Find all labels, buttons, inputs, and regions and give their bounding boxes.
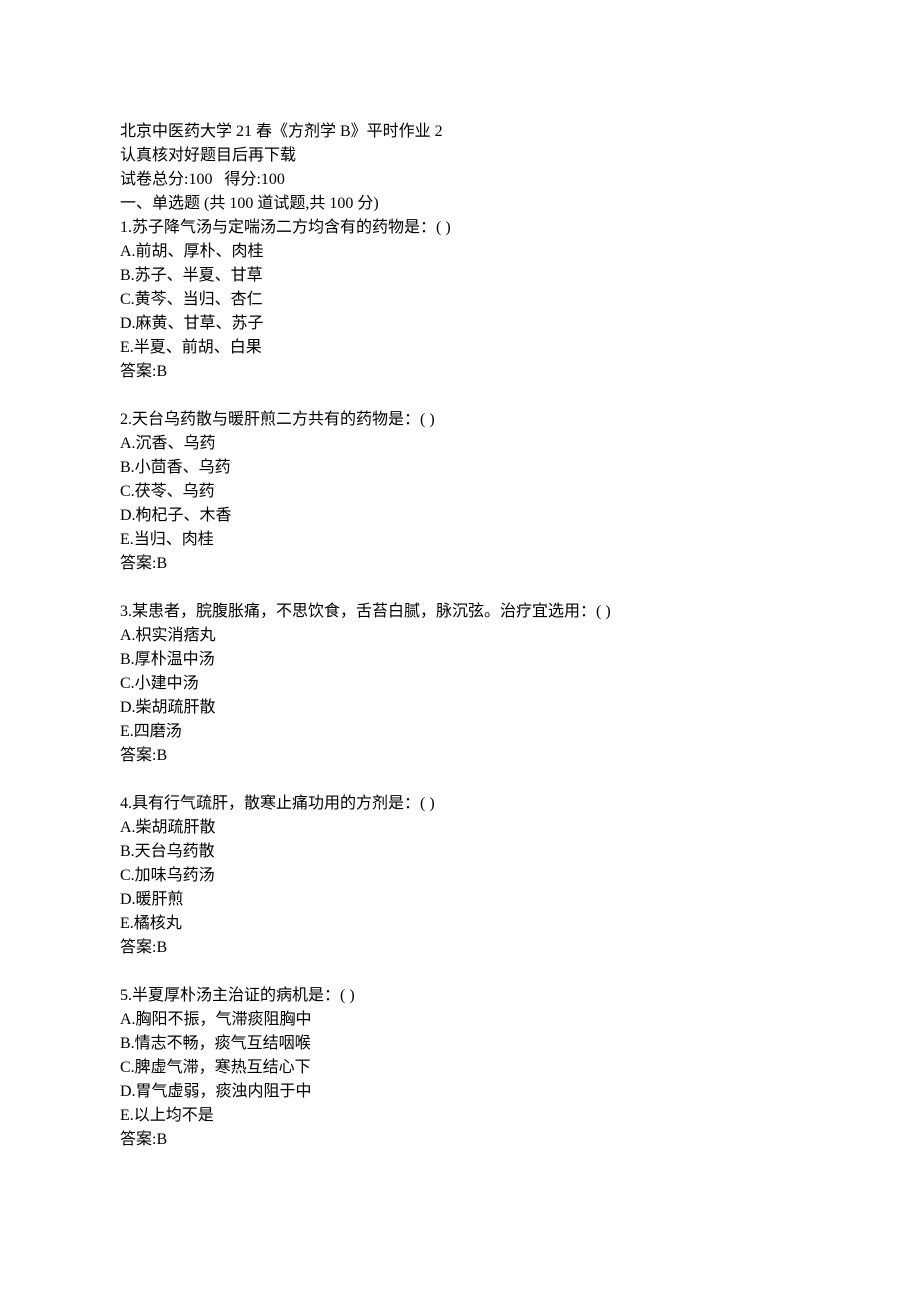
spacer [120, 576, 800, 600]
question-answer: 答案:B [120, 744, 800, 768]
question-option: E.以上均不是 [120, 1104, 800, 1128]
question-option: E.半夏、前胡、白果 [120, 336, 800, 360]
question-option: C.茯苓、乌药 [120, 480, 800, 504]
question-option: A.枳实消痞丸 [120, 624, 800, 648]
doc-note: 认真核对好题目后再下载 [120, 144, 800, 168]
question-answer: 答案:B [120, 1128, 800, 1152]
question-option: E.四磨汤 [120, 720, 800, 744]
question-answer: 答案:B [120, 360, 800, 384]
question-option: D.柴胡疏肝散 [120, 696, 800, 720]
question-stem: 1.苏子降气汤与定喘汤二方均含有的药物是：( ) [120, 216, 800, 240]
question-stem: 2.天台乌药散与暖肝煎二方共有的药物是：( ) [120, 408, 800, 432]
spacer [120, 768, 800, 792]
section-heading: 一、单选题 (共 100 道试题,共 100 分) [120, 192, 800, 216]
document-page: 北京中医药大学 21 春《方剂学 B》平时作业 2 认真核对好题目后再下载 试卷… [0, 0, 920, 1302]
question-answer: 答案:B [120, 552, 800, 576]
question-option: B.苏子、半夏、甘草 [120, 264, 800, 288]
question-option: E.橘核丸 [120, 912, 800, 936]
question-option: A.前胡、厚朴、肉桂 [120, 240, 800, 264]
question-stem: 4.具有行气疏肝，散寒止痛功用的方剂是：( ) [120, 792, 800, 816]
question-answer: 答案:B [120, 936, 800, 960]
question-option: D.暖肝煎 [120, 888, 800, 912]
question-option: C.加味乌药汤 [120, 864, 800, 888]
spacer [120, 384, 800, 408]
doc-title: 北京中医药大学 21 春《方剂学 B》平时作业 2 [120, 120, 800, 144]
question-stem: 3.某患者，脘腹胀痛，不思饮食，舌苔白腻，脉沉弦。治疗宜选用：( ) [120, 600, 800, 624]
question-option: C.黄芩、当归、杏仁 [120, 288, 800, 312]
question-option: D.枸杞子、木香 [120, 504, 800, 528]
score-line: 试卷总分:100 得分:100 [120, 168, 800, 192]
question-option: A.沉香、乌药 [120, 432, 800, 456]
question-option: B.天台乌药散 [120, 840, 800, 864]
question-option: E.当归、肉桂 [120, 528, 800, 552]
question-option: B.小茴香、乌药 [120, 456, 800, 480]
question-option: D.麻黄、甘草、苏子 [120, 312, 800, 336]
question-stem: 5.半夏厚朴汤主治证的病机是：( ) [120, 984, 800, 1008]
question-option: B.情志不畅，痰气互结咽喉 [120, 1032, 800, 1056]
question-option: A.柴胡疏肝散 [120, 816, 800, 840]
spacer [120, 960, 800, 984]
question-option: C.小建中汤 [120, 672, 800, 696]
question-option: D.胃气虚弱，痰浊内阻于中 [120, 1080, 800, 1104]
question-option: B.厚朴温中汤 [120, 648, 800, 672]
question-option: C.脾虚气滞，寒热互结心下 [120, 1056, 800, 1080]
question-option: A.胸阳不振，气滞痰阻胸中 [120, 1008, 800, 1032]
